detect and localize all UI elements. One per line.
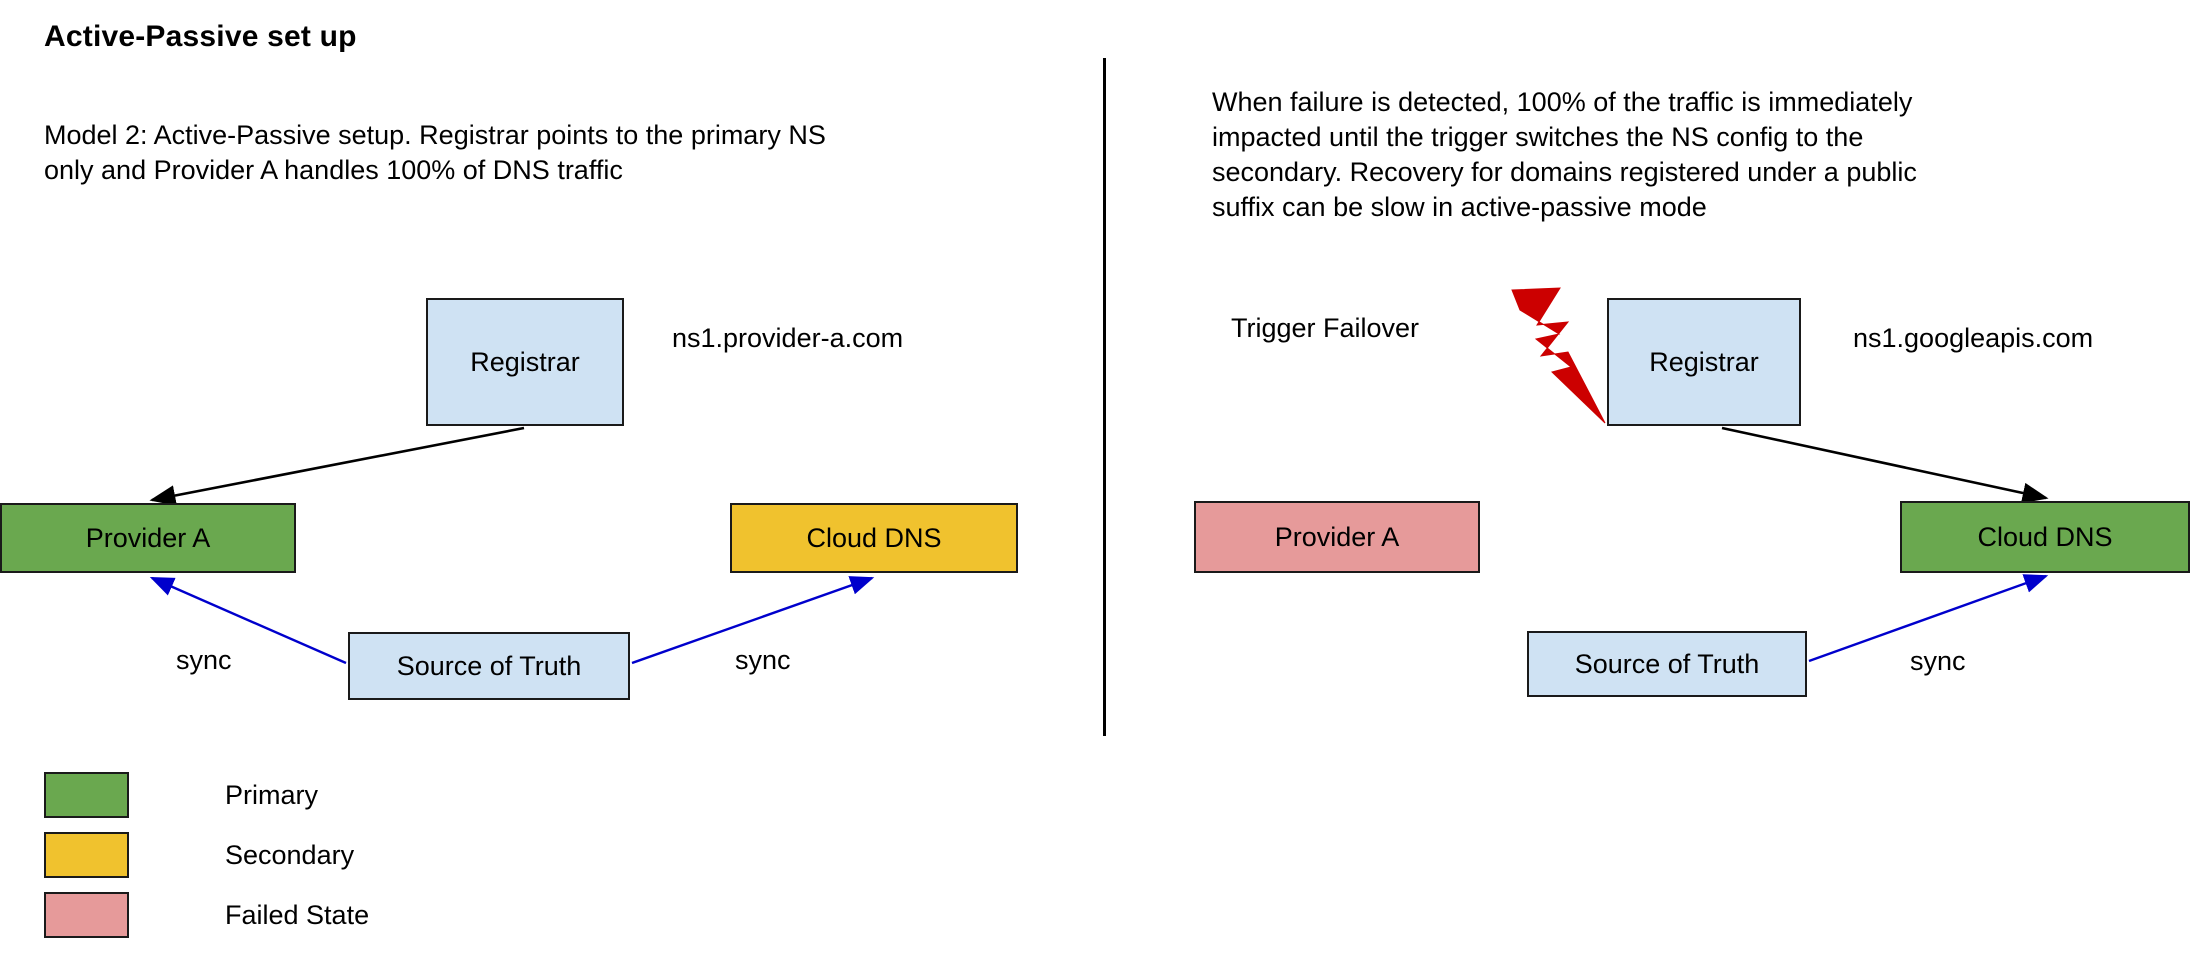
legend-label-primary: Primary [225,779,318,810]
legend: Primary Secondary Failed State [44,765,369,945]
right-sync-label-cloud-dns: sync [1910,646,1966,676]
right-ns-record-label: ns1.googleapis.com [1853,323,2094,353]
legend-item-secondary: Secondary [44,825,369,885]
left-node-provider-a[interactable]: Provider A [0,503,296,573]
legend-label-failed-state: Failed State [225,899,370,930]
left-arrow-registrar-to-provider-a [149,426,525,506]
left-ns-record-label: ns1.provider-a.com [672,323,904,353]
left-node-cloud-dns[interactable]: Cloud DNS [730,503,1018,573]
right-node-cloud-dns[interactable]: Cloud DNS [1900,501,2190,573]
legend-item-primary: Primary [44,765,369,825]
legend-swatch-failed-state [44,892,129,938]
left-sync-label-cloud-dns: sync [735,645,791,675]
legend-label-secondary: Secondary [225,839,355,870]
legend-item-failed-state: Failed State [44,885,369,945]
right-node-registrar[interactable]: Registrar [1607,298,1801,426]
panel-divider [1103,58,1106,736]
trigger-failover-label: Trigger Failover [1231,313,1420,343]
right-node-source-of-truth[interactable]: Source of Truth [1527,631,1807,697]
left-node-source-of-truth[interactable]: Source of Truth [348,632,630,700]
left-sync-label-provider-a: sync [176,645,232,675]
legend-swatch-secondary [44,832,129,878]
page-title: Active-Passive set up [44,20,357,53]
left-node-registrar[interactable]: Registrar [426,298,624,426]
right-panel-description: When failure is detected, 100% of the tr… [1212,87,1917,222]
right-arrow-registrar-to-cloud-dns [1721,426,2049,504]
left-panel-description: Model 2: Active-Passive setup. Registrar… [44,120,826,185]
legend-swatch-primary [44,772,129,818]
lightning-bolt-icon [1511,287,1606,424]
right-node-provider-a-failed[interactable]: Provider A [1194,501,1480,573]
